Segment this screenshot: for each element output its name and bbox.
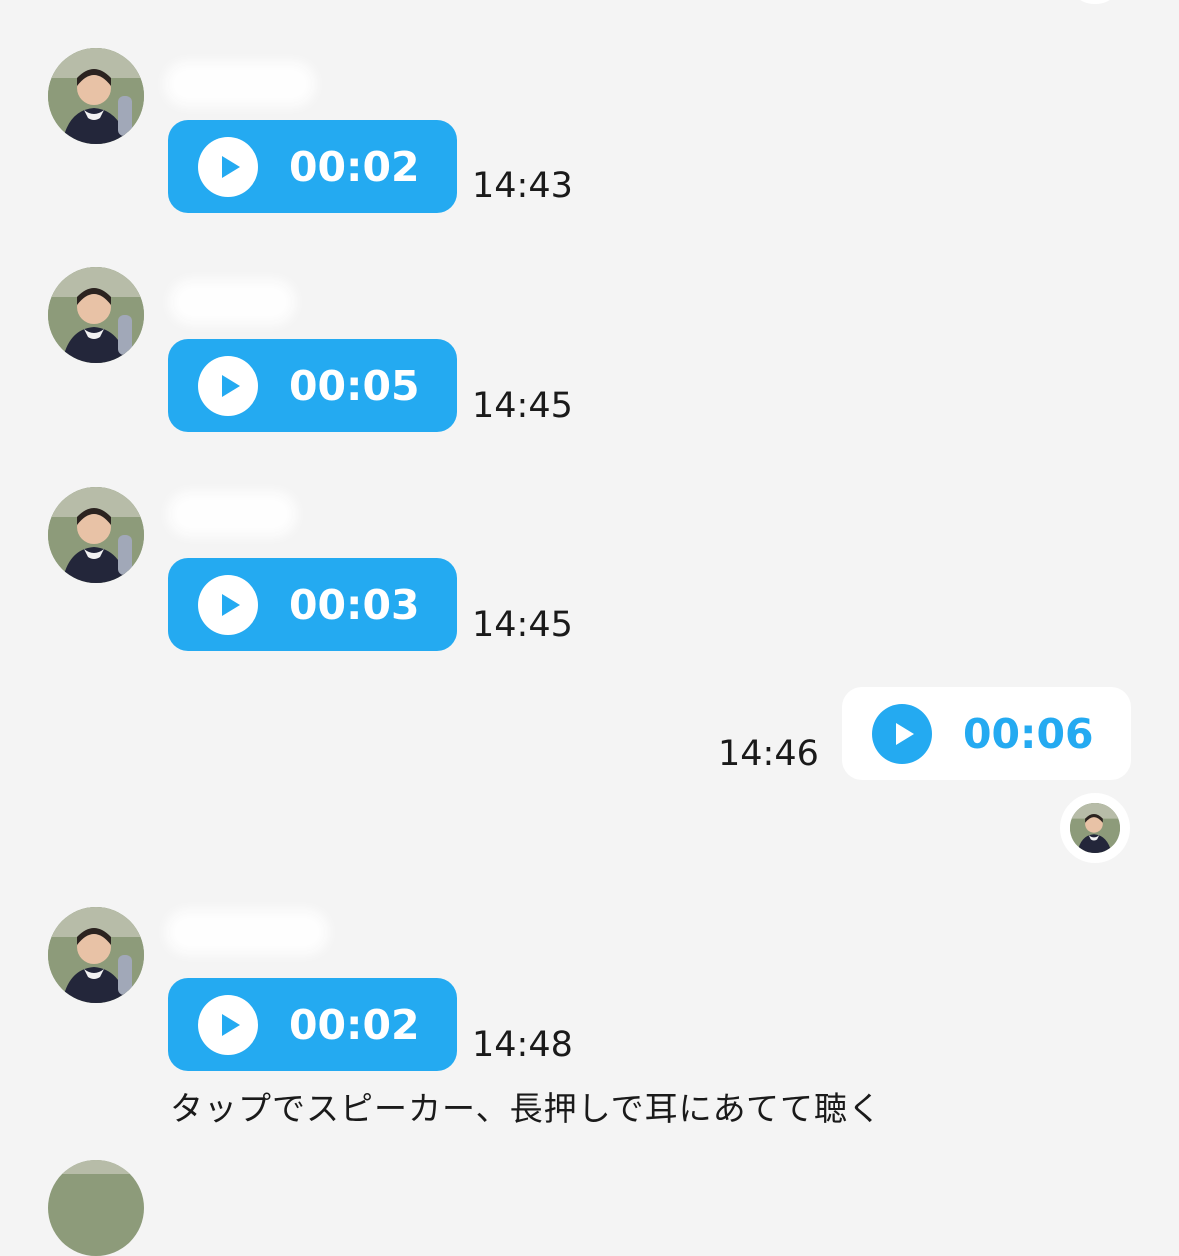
play-icon[interactable] [198,574,258,635]
sender-avatar[interactable] [48,267,144,363]
reader-avatar [1070,803,1120,853]
message-time: 14:43 [472,166,573,206]
voice-message-bubble[interactable]: 00:03 [168,558,457,651]
message-time: 14:45 [472,605,573,645]
play-icon[interactable] [872,703,932,764]
play-icon[interactable] [198,994,258,1055]
sender-name-redacted [170,280,295,324]
sender-name-redacted [168,492,296,536]
voice-duration: 00:06 [963,709,1094,758]
message-time: 14:46 [718,734,819,774]
voice-duration: 00:02 [289,1000,420,1049]
sender-name-redacted [166,910,328,954]
message-time: 14:48 [472,1025,573,1065]
play-icon[interactable] [198,355,258,416]
partial-avatar-top [1068,0,1122,4]
voice-duration: 00:02 [289,142,420,191]
sender-avatar[interactable] [48,48,144,144]
play-icon[interactable] [198,136,258,197]
message-time: 14:45 [472,386,573,426]
read-receipt-avatar [1060,793,1130,863]
playback-hint: タップでスピーカー、長押しで耳にあてて聴く [170,1089,883,1128]
voice-message-bubble[interactable]: 00:02 [168,978,457,1071]
voice-message-bubble[interactable]: 00:02 [168,120,457,213]
sender-avatar[interactable] [48,487,144,583]
sender-avatar[interactable] [48,907,144,1003]
voice-duration: 00:03 [289,580,420,629]
voice-message-bubble[interactable]: 00:05 [168,339,457,432]
voice-duration: 00:05 [289,361,420,410]
partial-avatar-bottom [48,1160,144,1256]
sender-name-redacted [165,62,315,106]
voice-message-bubble-outgoing[interactable]: 00:06 [842,687,1131,780]
